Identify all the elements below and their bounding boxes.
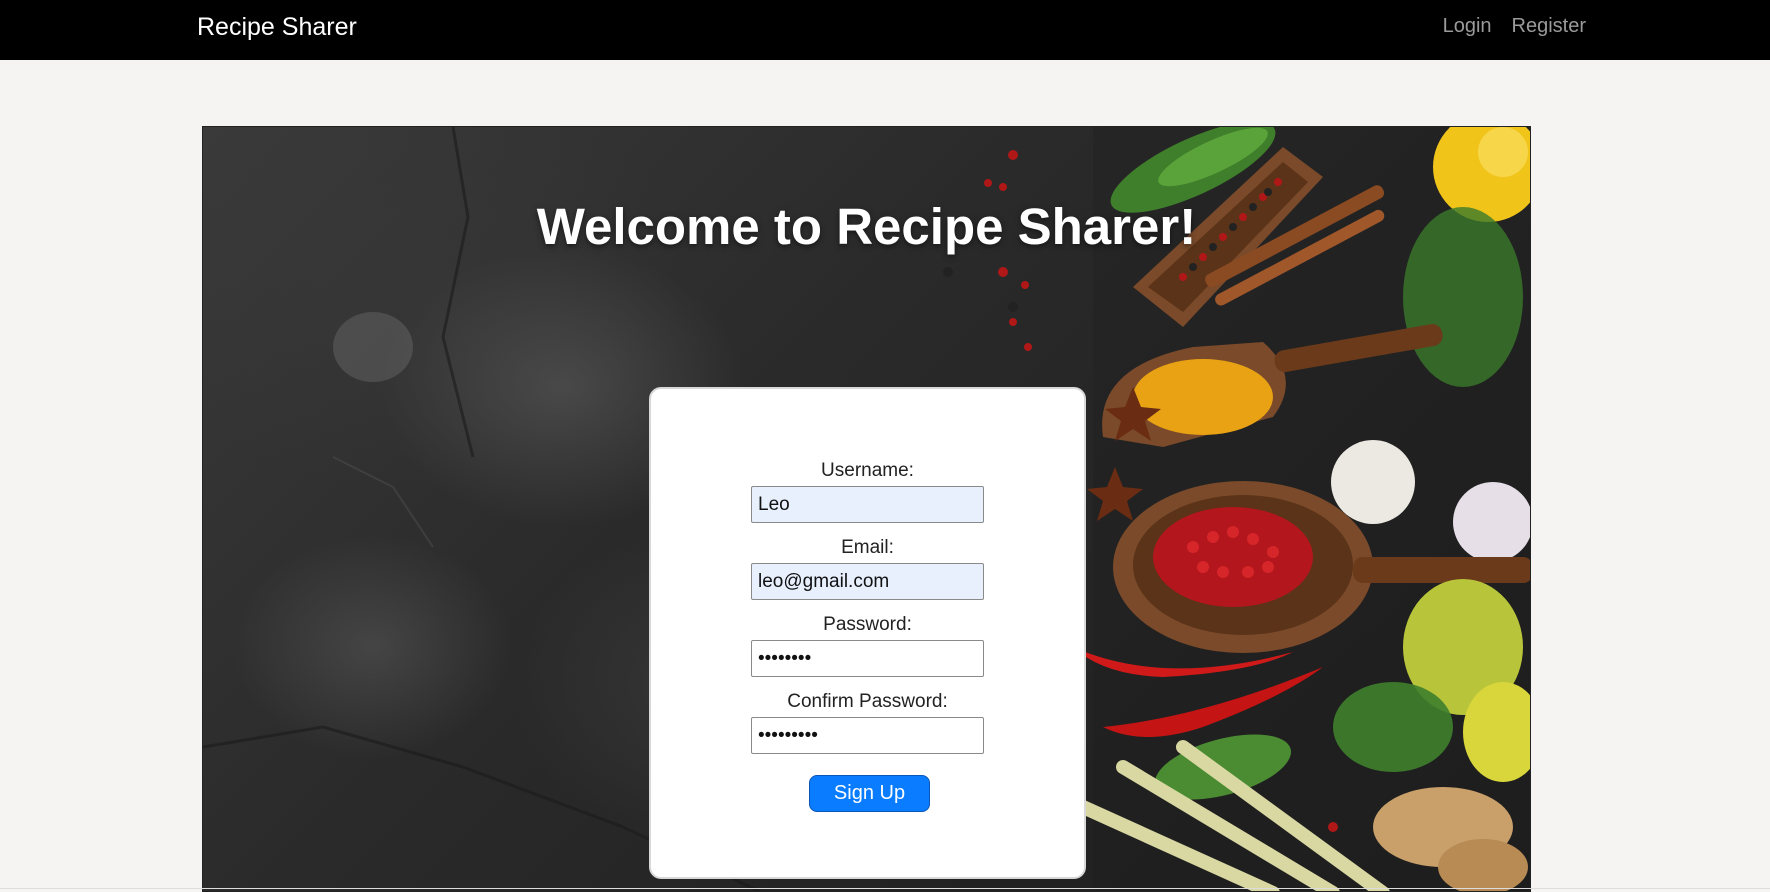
page-divider: [0, 888, 1770, 889]
email-input[interactable]: [751, 563, 984, 600]
confirm-password-input[interactable]: [751, 717, 984, 754]
signup-form-card: Username: Email: Password: Confirm Passw…: [649, 387, 1086, 879]
top-navbar: Recipe Sharer Login Register: [0, 0, 1770, 60]
username-input[interactable]: [751, 486, 984, 523]
login-link[interactable]: Login: [1443, 15, 1492, 38]
username-label: Username:: [821, 460, 914, 481]
brand-link[interactable]: Recipe Sharer: [197, 13, 357, 42]
confirm-password-label: Confirm Password:: [787, 691, 948, 712]
email-label: Email:: [841, 537, 894, 558]
password-label: Password:: [823, 614, 912, 635]
hero-section: Welcome to Recipe Sharer! Username: Emai…: [202, 126, 1531, 892]
hero-title: Welcome to Recipe Sharer!: [536, 198, 1197, 255]
nav-links: Login Register: [1443, 15, 1586, 38]
password-input[interactable]: [751, 640, 984, 677]
sign-up-button[interactable]: Sign Up: [809, 775, 930, 812]
register-link[interactable]: Register: [1512, 15, 1586, 38]
